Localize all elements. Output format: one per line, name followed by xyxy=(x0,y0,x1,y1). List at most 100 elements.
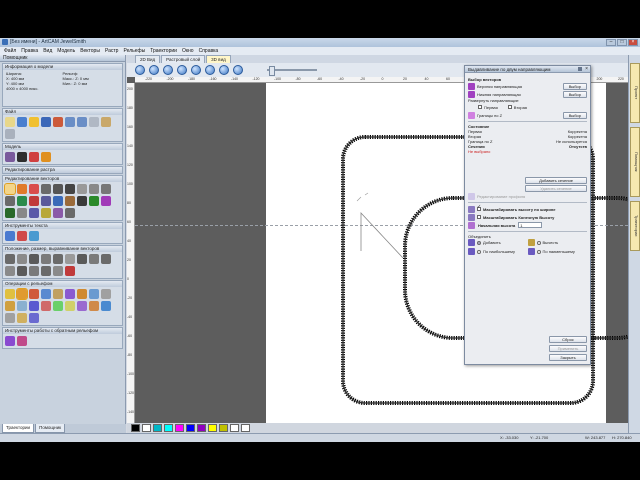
align-left-icon[interactable] xyxy=(17,266,27,276)
subtract-radio[interactable] xyxy=(536,240,541,245)
color-swatch[interactable] xyxy=(186,424,195,432)
weld-icon[interactable] xyxy=(89,196,99,206)
chamfer-icon[interactable] xyxy=(5,208,15,218)
grid-icon[interactable] xyxy=(219,65,229,75)
rotate-icon[interactable] xyxy=(29,254,39,264)
color-swatch[interactable] xyxy=(153,424,162,432)
transform-icon[interactable] xyxy=(29,184,39,194)
open-icon[interactable] xyxy=(17,117,27,127)
arc-tool-icon[interactable] xyxy=(17,196,27,206)
scale-relief-icon[interactable] xyxy=(41,301,51,311)
color-swatch[interactable] xyxy=(230,424,239,432)
close-window-button[interactable]: × xyxy=(628,39,638,46)
min-radio[interactable] xyxy=(536,249,541,254)
menu-raster[interactable]: Растр xyxy=(105,47,119,55)
raster-edit-header[interactable]: Редактирование растра xyxy=(3,167,122,173)
color-swatch[interactable] xyxy=(175,424,184,432)
color-swatch[interactable] xyxy=(208,424,217,432)
join-icon[interactable] xyxy=(77,196,87,206)
cut-icon[interactable] xyxy=(89,117,99,127)
center-icon[interactable] xyxy=(89,254,99,264)
select-lower-guide-button[interactable]: Выбор xyxy=(562,90,587,98)
offset-icon[interactable] xyxy=(41,196,51,206)
model-target-icon[interactable] xyxy=(29,152,39,162)
add-radio[interactable] xyxy=(477,240,481,245)
rectangle-icon[interactable] xyxy=(77,184,87,194)
scale-end-checkbox[interactable] xyxy=(477,215,481,219)
spin-icon[interactable] xyxy=(41,289,51,299)
pan-icon[interactable] xyxy=(191,65,201,75)
fade-relief-icon[interactable] xyxy=(53,301,63,311)
array-icon[interactable] xyxy=(29,208,39,218)
delete-section-button[interactable]: Удалить сечение xyxy=(525,184,587,192)
align-right-icon[interactable] xyxy=(29,266,39,276)
model-resolution-icon[interactable] xyxy=(17,152,27,162)
new-model-icon[interactable] xyxy=(5,117,15,127)
align-icon[interactable] xyxy=(5,254,15,264)
edit-profile-label[interactable]: Редактирование профиля xyxy=(477,194,525,199)
merge-relief-icon[interactable] xyxy=(77,301,87,311)
paste-relief-icon[interactable] xyxy=(17,313,27,323)
ellipse-icon[interactable] xyxy=(89,184,99,194)
boundary-icon[interactable] xyxy=(53,208,63,218)
align-bottom-icon[interactable] xyxy=(53,266,63,276)
menu-view[interactable]: Вид xyxy=(43,47,52,55)
select-upper-guide-button[interactable]: Выбор xyxy=(562,82,587,90)
tab-3d-view[interactable]: 3D вид xyxy=(206,55,231,63)
close-button[interactable]: Закрыть xyxy=(549,354,587,361)
save-relief-icon[interactable] xyxy=(29,313,39,323)
mirror-icon[interactable] xyxy=(53,196,63,206)
toolpaths-tab[interactable]: Траектории xyxy=(630,201,640,251)
tab-2d-view[interactable]: 2D Вид xyxy=(135,55,161,63)
trim-icon[interactable] xyxy=(65,196,75,206)
text-tool-icon[interactable] xyxy=(29,196,39,206)
node-edit-icon[interactable] xyxy=(17,184,27,194)
flip-icon[interactable] xyxy=(65,266,75,276)
tab-toolpaths[interactable]: Траектории xyxy=(2,424,35,433)
extrude-icon[interactable] xyxy=(16,288,28,300)
align-top-icon[interactable] xyxy=(41,266,51,276)
folder-icon[interactable] xyxy=(29,117,39,127)
mirror-vector-icon[interactable] xyxy=(53,254,63,264)
color-swatch[interactable] xyxy=(164,424,173,432)
zoom-slider[interactable] xyxy=(267,66,317,76)
redo-icon[interactable] xyxy=(77,117,87,127)
shape-editor-icon[interactable] xyxy=(5,289,15,299)
turn-icon[interactable] xyxy=(53,289,63,299)
text-arc-icon[interactable] xyxy=(29,231,39,241)
zoom-fit-icon[interactable] xyxy=(177,65,187,75)
smooth-icon[interactable] xyxy=(17,208,27,218)
zoom-out-icon[interactable] xyxy=(149,65,159,75)
apply-button[interactable]: Применить xyxy=(549,345,587,352)
select-vector-icon[interactable] xyxy=(4,183,16,195)
sculpt-icon[interactable] xyxy=(101,289,111,299)
nest-icon[interactable] xyxy=(41,208,51,218)
menu-reliefs[interactable]: Рельефы xyxy=(123,47,145,55)
import-icon[interactable] xyxy=(53,117,63,127)
scale-icon[interactable] xyxy=(17,254,27,264)
select-z-bounds-button[interactable]: Выбор xyxy=(562,111,587,119)
text-icon[interactable] xyxy=(5,231,15,241)
offset-relief-icon[interactable] xyxy=(17,301,27,311)
minimize-button[interactable]: – xyxy=(606,39,616,46)
model-size-icon[interactable] xyxy=(5,152,15,162)
undo-icon[interactable] xyxy=(65,117,75,127)
wrap-relief-icon[interactable] xyxy=(89,301,99,311)
color-swatch[interactable] xyxy=(131,424,140,432)
snap-icon[interactable] xyxy=(233,65,243,75)
vector-doctor-icon[interactable] xyxy=(65,208,75,218)
menu-vectors[interactable]: Векторы xyxy=(80,47,100,55)
split-relief-icon[interactable] xyxy=(17,336,27,346)
skew-icon[interactable] xyxy=(41,254,51,264)
menu-file[interactable]: Файл xyxy=(4,47,16,55)
start-height-input[interactable]: 1 xyxy=(518,222,543,228)
invert-relief-icon[interactable] xyxy=(29,301,39,311)
arc-icon[interactable] xyxy=(53,184,63,194)
blend-relief-icon[interactable] xyxy=(101,301,111,311)
zoom-previous-icon[interactable] xyxy=(205,65,215,75)
star-icon[interactable] xyxy=(5,196,15,206)
menu-edit[interactable]: Правка xyxy=(21,47,38,55)
fillet-icon[interactable] xyxy=(101,196,111,206)
scale-width-checkbox[interactable] xyxy=(477,205,481,211)
menu-window[interactable]: Окно xyxy=(182,47,194,55)
